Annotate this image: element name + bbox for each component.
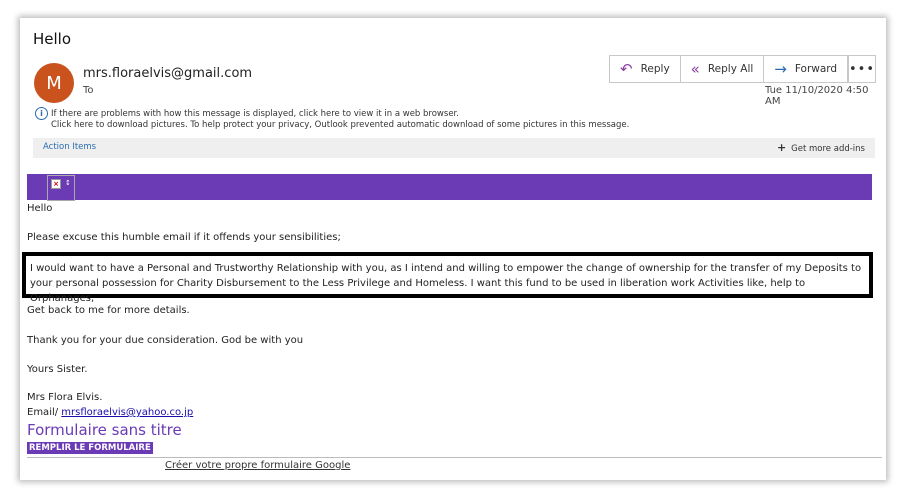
body-paragraph-1: Please excuse this humble email if it of…: [27, 232, 341, 243]
reply-button[interactable]: ↶ Reply: [610, 56, 681, 82]
sender-avatar[interactable]: M: [34, 63, 74, 103]
divider: [27, 457, 882, 458]
reply-icon: ↶: [620, 60, 633, 78]
create-form-link[interactable]: Créer votre propre formulaire Google: [165, 460, 350, 471]
more-actions-button[interactable]: •••: [848, 55, 876, 83]
highlighted-paragraph: I would want to have a Personal and Trus…: [30, 263, 862, 304]
info-icon: i: [35, 107, 48, 120]
reply-all-icon: «: [690, 60, 700, 78]
body-paragraph-3: Thank you for your due consideration. Go…: [27, 335, 304, 346]
broken-image[interactable]: × ↕: [47, 175, 75, 201]
action-items-link[interactable]: Action Items: [43, 142, 96, 152]
signature-email-link[interactable]: mrsfloraelvis@yahoo.co.jp: [61, 407, 193, 418]
view-in-browser-notice[interactable]: i If there are problems with how this mes…: [35, 107, 629, 120]
body-paragraph-2: Get back to me for more details.: [27, 305, 190, 316]
get-addins-button[interactable]: + Get more add-ins: [777, 141, 865, 154]
email-window: Hello M mrs.floraelvis@gmail.com To ↶ Re…: [20, 18, 886, 480]
forward-icon: →: [774, 60, 787, 78]
forward-button[interactable]: → Forward: [764, 56, 847, 82]
signature-email: Email/ mrsfloraelvis@yahoo.co.jp: [27, 407, 193, 418]
body-paragraph-4: Yours Sister.: [27, 364, 88, 375]
email-subject: Hello: [33, 30, 72, 48]
reply-all-button[interactable]: « Reply All: [681, 56, 765, 82]
signature-name: Mrs Flora Elvis.: [27, 392, 103, 403]
highlighted-paragraph-box: I would want to have a Personal and Trus…: [22, 252, 873, 304]
reply-all-label: Reply All: [707, 63, 754, 75]
body-greeting: Hello: [27, 203, 53, 214]
image-placeholder-icon: ↕: [65, 179, 71, 187]
info-bar: i If there are problems with how this mes…: [35, 107, 629, 131]
message-actions: ↶ Reply « Reply All → Forward: [609, 55, 849, 83]
download-pictures-notice[interactable]: Click here to download pictures. To help…: [35, 120, 629, 131]
info-line1: If there are problems with how this mess…: [51, 109, 459, 119]
email-label: Email/: [27, 407, 62, 418]
get-addins-label: Get more add-ins: [791, 144, 865, 154]
sender-address[interactable]: mrs.floraelvis@gmail.com: [83, 66, 252, 81]
form-title: Formulaire sans titre: [27, 421, 182, 439]
plus-icon: +: [776, 141, 787, 154]
broken-image-icon: ×: [51, 179, 61, 189]
fill-form-button[interactable]: REMPLIR LE FORMULAIRE: [27, 442, 153, 454]
to-label: To: [83, 85, 94, 96]
reply-label: Reply: [640, 63, 670, 75]
received-date: Tue 11/10/2020 4:50 AM: [765, 85, 869, 107]
forward-label: Forward: [794, 63, 838, 75]
header-banner: × ↕: [27, 174, 872, 201]
action-bar: Action Items + Get more add-ins: [33, 138, 875, 158]
